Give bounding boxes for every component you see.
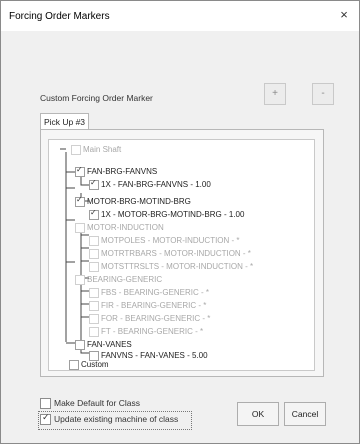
tree-node-label: MOTRTRBARS - MOTOR-INDUCTION - *	[101, 249, 251, 258]
tree-node-label: FIR - BEARING-GENERIC - *	[101, 301, 207, 310]
tree-node-checkbox[interactable]	[89, 262, 99, 272]
tree-node-checkbox[interactable]	[75, 165, 85, 177]
update-existing-label: Update existing machine of class	[54, 414, 179, 424]
update-existing-checkbox[interactable]	[40, 412, 51, 425]
tree-node-checkbox[interactable]	[75, 275, 85, 285]
tree-node-label: Main Shaft	[83, 145, 122, 154]
tree-node-label: FT - BEARING-GENERIC - *	[101, 327, 204, 336]
tree-node-checkbox[interactable]	[89, 301, 99, 311]
marker-tree: Main Shaft FAN-BRG-FANVNS 1X - FAN-BRG-F…	[48, 139, 315, 371]
add-marker-button[interactable]: +	[264, 83, 286, 105]
make-default-checkbox[interactable]	[40, 398, 51, 409]
close-icon[interactable]: ×	[337, 8, 351, 22]
make-default-label: Make Default for Class	[54, 398, 140, 408]
tree-node-label: FOR - BEARING-GENERIC - *	[101, 314, 211, 323]
tree-node-label: 1X - MOTOR-BRG-MOTIND-BRG - 1.00	[101, 210, 245, 219]
tree-node-label: Custom	[81, 360, 109, 369]
tree-node-checkbox[interactable]	[89, 288, 99, 298]
custom-marker-label: Custom Forcing Order Marker	[40, 93, 153, 103]
tree-node-checkbox[interactable]	[89, 314, 99, 324]
tree-node-label: MOTPOLES - MOTOR-INDUCTION - *	[101, 236, 240, 245]
tree-node-checkbox[interactable]	[89, 208, 99, 220]
tree-node-label: 1X - FAN-BRG-FANVNS - 1.00	[101, 180, 211, 189]
tree-node-checkbox[interactable]	[89, 327, 99, 337]
tree-node-label: BEARING-GENERIC	[87, 275, 163, 284]
dialog-title: Forcing Order Markers	[9, 11, 110, 22]
remove-marker-button[interactable]: -	[312, 83, 334, 105]
tree-node-label: FAN-VANES	[87, 340, 132, 349]
tab-pick-up-3[interactable]: Pick Up #3	[40, 113, 89, 130]
tree-node-checkbox[interactable]	[89, 236, 99, 246]
tree-node-label: MOTOR-BRG-MOTIND-BRG	[87, 197, 191, 206]
tree-node-checkbox[interactable]	[89, 178, 99, 190]
tree-node-checkbox[interactable]	[89, 249, 99, 259]
tree-node-label: MOTOR-INDUCTION	[87, 223, 164, 232]
tree-node-label: MOTSTTRSLTS - MOTOR-INDUCTION - *	[101, 262, 254, 271]
cancel-button[interactable]: Cancel	[284, 402, 326, 426]
tree-node-checkbox[interactable]	[69, 360, 79, 370]
tree-node-checkbox[interactable]	[75, 340, 85, 350]
tree-node-label: FANVNS - FAN-VANES - 5.00	[101, 351, 208, 360]
tree-node-label: FBS - BEARING-GENERIC - *	[101, 288, 210, 297]
title-bar: Forcing Order Markers ×	[1, 1, 359, 31]
ok-button[interactable]: OK	[237, 402, 279, 426]
tree-node-checkbox[interactable]	[75, 223, 85, 233]
tree-node-checkbox[interactable]	[75, 195, 85, 207]
tree-node-checkbox[interactable]	[71, 145, 81, 155]
tree-node-label: FAN-BRG-FANVNS	[87, 167, 158, 176]
